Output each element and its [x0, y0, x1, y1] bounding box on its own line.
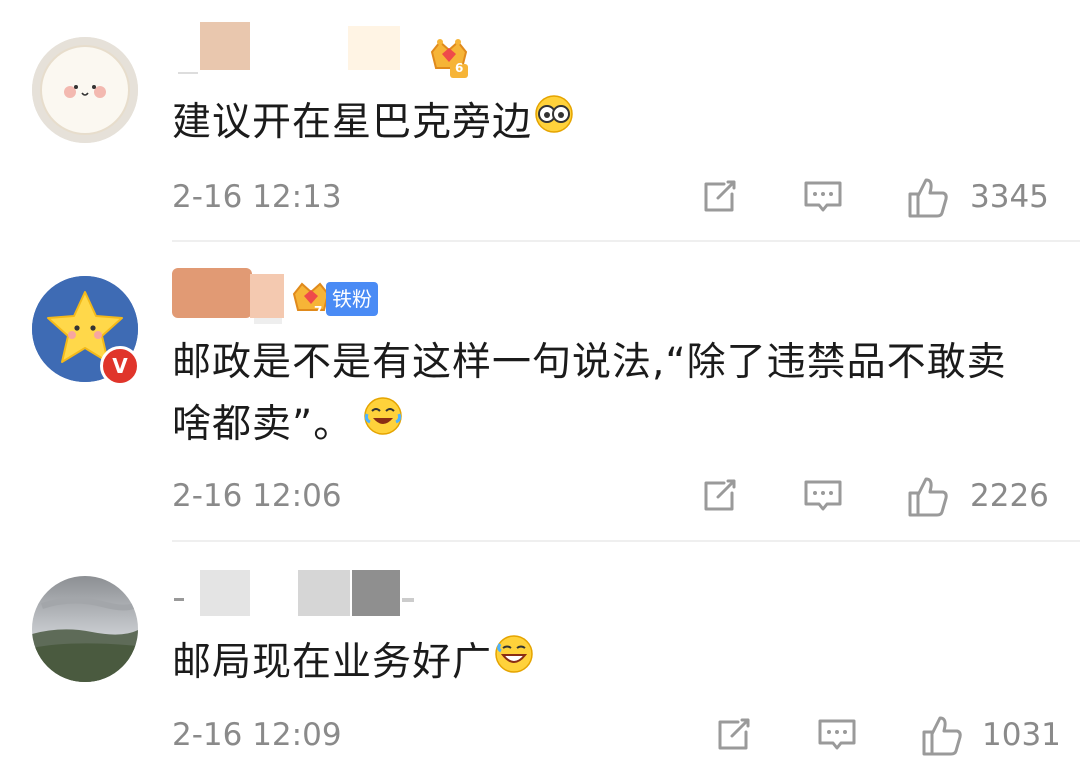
- comment-icon[interactable]: [802, 176, 844, 222]
- comment-text-line: 啥都卖”。: [172, 402, 354, 447]
- username-blur: [178, 72, 198, 74]
- comment-item: 6 建议开在星巴克旁边 2-16 12:13 3345: [0, 0, 1080, 242]
- avatar[interactable]: [32, 37, 138, 143]
- like-count: 3345: [970, 179, 1049, 215]
- comment-item: 邮局现在业务好广 2-16 12:09 1031: [0, 544, 1080, 770]
- username-blur: [298, 570, 350, 616]
- username-blur: [348, 26, 400, 70]
- comment-time: 2-16 12:09: [172, 717, 342, 753]
- username[interactable]: 6: [172, 22, 492, 82]
- divider: [172, 540, 1080, 542]
- like-count: 2226: [970, 478, 1049, 514]
- bun-face-avatar-icon: [32, 37, 138, 143]
- comment-icon[interactable]: [802, 475, 844, 521]
- comment-text: 建议开在星巴克旁边: [172, 92, 574, 156]
- badge-level: 6: [455, 61, 464, 75]
- laughing-tears-emoji-icon: [363, 393, 403, 455]
- share-icon[interactable]: [712, 714, 754, 760]
- username[interactable]: [172, 568, 432, 628]
- crown-level-badge-icon: 6: [428, 34, 470, 82]
- grinning-sweat-emoji-icon: [494, 631, 534, 693]
- username-blur: [200, 570, 250, 616]
- avatar[interactable]: V: [32, 276, 140, 386]
- fan-badge-label: 铁粉: [326, 282, 378, 316]
- sunglasses-emoji-icon: [534, 91, 574, 153]
- comment-item: V 7 铁粉 邮政是不是有这样一句说法,“除了违禁品不敢卖 啥都卖”。 2-16…: [0, 242, 1080, 542]
- comment-text: 邮政是不是有这样一句说法,“除了违禁品不敢卖 啥都卖”。: [172, 332, 1007, 458]
- landscape-avatar-icon: [32, 576, 138, 682]
- share-icon[interactable]: [698, 475, 740, 521]
- fan-badge-text: 铁粉: [332, 287, 372, 311]
- username[interactable]: 7 铁粉: [172, 268, 432, 328]
- comment-text-content: 邮局现在业务好广: [172, 640, 493, 685]
- comment-time: 2-16 12:13: [172, 179, 342, 215]
- username-blur: [200, 22, 250, 70]
- username-blur: [352, 570, 400, 616]
- like-count: 1031: [982, 717, 1061, 753]
- comment-icon[interactable]: [816, 714, 858, 760]
- username-blur: [254, 318, 282, 324]
- comment-text-content: 建议开在星巴克旁边: [172, 100, 533, 145]
- comment-text-line-2: 啥都卖”。: [172, 394, 1007, 458]
- username-blur: [172, 268, 252, 318]
- like-icon[interactable]: [906, 176, 950, 224]
- username-blur: [402, 598, 414, 602]
- comment-text-line: 邮政是不是有这样一句说法,“除了违禁品不敢卖: [172, 340, 1007, 385]
- username-blur: [250, 274, 284, 318]
- comment-text: 邮局现在业务好广: [172, 632, 534, 696]
- comment-meta: 2-16 12:13 3345: [172, 172, 1080, 222]
- comment-meta: 2-16 12:06 2226: [172, 471, 1080, 521]
- comment-time: 2-16 12:06: [172, 478, 342, 514]
- username-blur: [174, 598, 184, 601]
- comment-meta: 2-16 12:09 1031: [172, 710, 1080, 760]
- like-icon[interactable]: [920, 714, 964, 762]
- verified-label: V: [112, 354, 128, 378]
- like-icon[interactable]: [906, 475, 950, 523]
- avatar[interactable]: [32, 576, 138, 682]
- badge-level: 7: [314, 304, 323, 318]
- verified-badge: V: [100, 346, 140, 386]
- share-icon[interactable]: [698, 176, 740, 222]
